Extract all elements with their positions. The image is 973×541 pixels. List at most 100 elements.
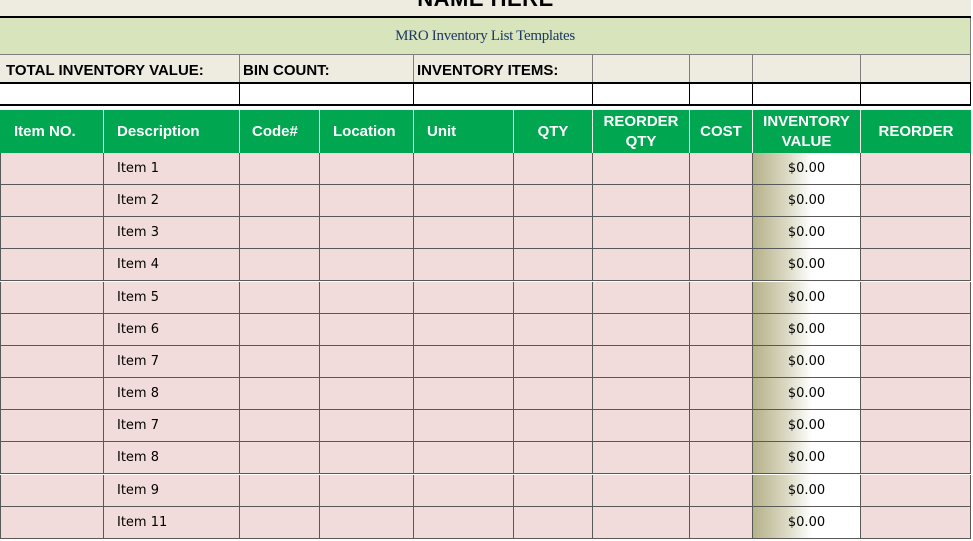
cell-qty[interactable] <box>514 314 593 346</box>
cell-code[interactable] <box>240 442 320 474</box>
cell-code[interactable] <box>240 217 320 249</box>
cell-cost[interactable] <box>690 185 753 217</box>
cell-item-no[interactable] <box>0 507 104 539</box>
cell-item-no[interactable] <box>0 442 104 474</box>
header-location[interactable]: Location <box>320 110 414 153</box>
cell-reorder-qty[interactable] <box>593 346 690 378</box>
cell-code[interactable] <box>240 314 320 346</box>
cell-inventory-value[interactable]: $0.00 <box>753 282 861 314</box>
cell-location[interactable] <box>320 442 414 474</box>
cell-reorder[interactable] <box>861 249 971 281</box>
cell-cost[interactable] <box>690 249 753 281</box>
cell-cost[interactable] <box>690 282 753 314</box>
cell-location[interactable] <box>320 185 414 217</box>
cell-inventory-value[interactable]: $0.00 <box>753 249 861 281</box>
cell-description[interactable]: Item 9 <box>104 475 240 507</box>
cell-reorder-qty[interactable] <box>593 410 690 442</box>
cell-unit[interactable] <box>414 185 514 217</box>
cell-item-no[interactable] <box>0 249 104 281</box>
cell-inventory-value[interactable]: $0.00 <box>753 410 861 442</box>
cell-unit[interactable] <box>414 507 514 539</box>
cell-code[interactable] <box>240 185 320 217</box>
cell-reorder-qty[interactable] <box>593 217 690 249</box>
summary-value-cell[interactable] <box>861 84 971 104</box>
cell-code[interactable] <box>240 346 320 378</box>
cell-qty[interactable] <box>514 475 593 507</box>
cell-description[interactable]: Item 8 <box>104 378 240 410</box>
cell-inventory-value[interactable]: $0.00 <box>753 346 861 378</box>
cell-inventory-value[interactable]: $0.00 <box>753 314 861 346</box>
cell-inventory-value[interactable]: $0.00 <box>753 507 861 539</box>
cell-reorder[interactable] <box>861 185 971 217</box>
cell-reorder-qty[interactable] <box>593 314 690 346</box>
header-unit[interactable]: Unit <box>414 110 514 153</box>
cell-reorder[interactable] <box>861 153 971 185</box>
cell-cost[interactable] <box>690 507 753 539</box>
cell-location[interactable] <box>320 249 414 281</box>
cell-code[interactable] <box>240 475 320 507</box>
cell-item-no[interactable] <box>0 410 104 442</box>
cell-location[interactable] <box>320 378 414 410</box>
summary-value-cell[interactable] <box>690 84 753 104</box>
cell-qty[interactable] <box>514 217 593 249</box>
summary-value-cell[interactable] <box>593 84 690 104</box>
summary-value-cell[interactable] <box>753 84 861 104</box>
cell-qty[interactable] <box>514 249 593 281</box>
cell-cost[interactable] <box>690 217 753 249</box>
cell-reorder-qty[interactable] <box>593 507 690 539</box>
cell-code[interactable] <box>240 249 320 281</box>
cell-description[interactable]: Item 8 <box>104 442 240 474</box>
cell-description[interactable]: Item 6 <box>104 314 240 346</box>
cell-cost[interactable] <box>690 314 753 346</box>
cell-code[interactable] <box>240 410 320 442</box>
cell-reorder[interactable] <box>861 442 971 474</box>
cell-unit[interactable] <box>414 442 514 474</box>
cell-item-no[interactable] <box>0 475 104 507</box>
cell-reorder-qty[interactable] <box>593 475 690 507</box>
cell-cost[interactable] <box>690 378 753 410</box>
cell-cost[interactable] <box>690 153 753 185</box>
cell-qty[interactable] <box>514 410 593 442</box>
cell-unit[interactable] <box>414 378 514 410</box>
cell-reorder[interactable] <box>861 217 971 249</box>
cell-code[interactable] <box>240 378 320 410</box>
cell-reorder[interactable] <box>861 378 971 410</box>
cell-location[interactable] <box>320 314 414 346</box>
cell-reorder-qty[interactable] <box>593 185 690 217</box>
header-qty[interactable]: QTY <box>514 110 593 153</box>
cell-location[interactable] <box>320 507 414 539</box>
cell-description[interactable]: Item 5 <box>104 282 240 314</box>
cell-code[interactable] <box>240 282 320 314</box>
cell-reorder-qty[interactable] <box>593 378 690 410</box>
cell-reorder[interactable] <box>861 346 971 378</box>
header-item-no[interactable]: Item NO. <box>0 110 104 153</box>
cell-unit[interactable] <box>414 314 514 346</box>
cell-location[interactable] <box>320 475 414 507</box>
cell-reorder-qty[interactable] <box>593 153 690 185</box>
cell-qty[interactable] <box>514 378 593 410</box>
cell-reorder-qty[interactable] <box>593 249 690 281</box>
cell-description[interactable]: Item 2 <box>104 185 240 217</box>
cell-item-no[interactable] <box>0 185 104 217</box>
cell-unit[interactable] <box>414 410 514 442</box>
cell-reorder[interactable] <box>861 410 971 442</box>
cell-qty[interactable] <box>514 442 593 474</box>
inventory-items-cell[interactable] <box>414 84 593 104</box>
cell-cost[interactable] <box>690 346 753 378</box>
header-reorder-qty[interactable]: REORDER QTY <box>593 110 690 153</box>
cell-reorder[interactable] <box>861 314 971 346</box>
header-description[interactable]: Description <box>104 110 240 153</box>
cell-cost[interactable] <box>690 442 753 474</box>
cell-qty[interactable] <box>514 153 593 185</box>
cell-code[interactable] <box>240 153 320 185</box>
cell-inventory-value[interactable]: $0.00 <box>753 153 861 185</box>
cell-item-no[interactable] <box>0 346 104 378</box>
cell-description[interactable]: Item 4 <box>104 249 240 281</box>
cell-cost[interactable] <box>690 475 753 507</box>
cell-unit[interactable] <box>414 346 514 378</box>
cell-unit[interactable] <box>414 475 514 507</box>
cell-qty[interactable] <box>514 346 593 378</box>
cell-description[interactable]: Item 3 <box>104 217 240 249</box>
cell-description[interactable]: Item 1 <box>104 153 240 185</box>
cell-reorder-qty[interactable] <box>593 442 690 474</box>
